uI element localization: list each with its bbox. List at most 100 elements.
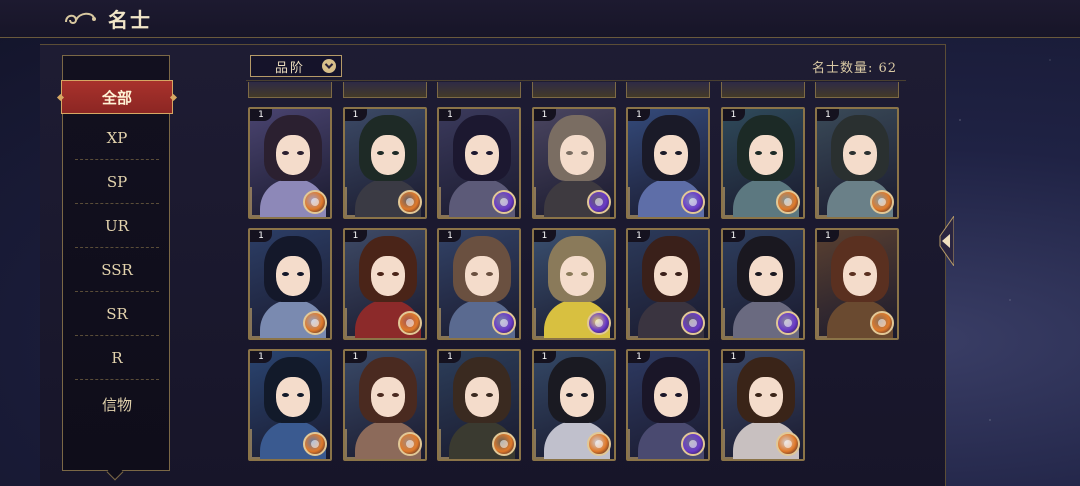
element-orb-icon [492,432,516,456]
portrait-eye [297,272,304,276]
sidebar-item-xp[interactable]: XP [75,116,159,160]
sidebar-item-token[interactable]: 信物 [75,382,159,426]
level-badge: 1 [439,351,461,363]
character-card[interactable]: 1 [720,349,805,461]
character-card[interactable]: 1 [626,107,710,219]
element-orb-icon [397,190,422,214]
element-orb-icon [303,190,327,214]
character-card[interactable]: 1 [720,228,805,340]
level-badge: 1 [628,351,650,363]
portrait-face [370,135,405,175]
card-peek [437,82,521,98]
portrait-face [654,135,688,175]
element-orb-icon [775,432,800,456]
level-badge: 1 [250,351,272,363]
character-card[interactable]: 1 [626,228,710,340]
portrait-eye [754,272,762,276]
element-orb-icon [586,432,611,456]
level-badge: 1 [439,230,461,242]
character-card[interactable]: 1 [815,228,899,340]
portrait-eye [282,272,289,276]
portrait-face [370,377,405,417]
portrait-eye [565,272,573,276]
level-badge: 1 [817,230,839,242]
portrait-face [843,135,877,175]
card-peek [720,82,805,98]
level-badge: 1 [817,109,839,121]
page-title: 名士 [108,8,152,32]
level-badge: 1 [439,109,461,121]
portrait-eye [471,393,478,397]
character-card[interactable]: 1 [720,107,805,219]
character-card[interactable]: 1 [248,107,332,219]
character-card[interactable]: 1 [815,107,899,219]
portrait-eye [675,272,682,276]
portrait-eye [580,272,588,276]
level-badge: 1 [250,109,272,121]
portrait-face [748,256,783,296]
character-grid: 1 1 1 1 1 1 1 1 1 1 1 1 1 1 1 1 1 1 1 1 [246,82,906,466]
portrait-eye [660,272,667,276]
portrait-eye [769,151,777,155]
sidebar-item-ssr[interactable]: SSR [75,248,159,292]
portrait-eye [391,393,399,397]
portrait-eye [391,272,399,276]
character-card[interactable]: 1 [342,228,427,340]
card-peek [815,82,899,98]
card-peek [342,82,427,98]
sidebar-item-r[interactable]: R [75,336,159,380]
level-badge: 1 [344,109,367,121]
rarity-sidebar: 全部 XP SP UR SSR SR R 信物 [61,55,173,471]
portrait-eye [864,151,871,155]
chevron-down-icon [322,59,336,73]
portrait-eye [849,272,856,276]
character-card[interactable]: 1 [626,349,710,461]
character-card[interactable]: 1 [437,228,521,340]
element-orb-icon [681,432,705,456]
portrait-eye [486,393,493,397]
element-orb-icon [397,311,422,335]
level-badge: 1 [722,109,745,121]
portrait-eye [376,151,384,155]
sidebar-item-sp[interactable]: SP [75,160,159,204]
character-card[interactable]: 1 [531,107,616,219]
character-card[interactable]: 1 [248,349,332,461]
element-orb-icon [870,190,894,214]
portrait-eye [660,151,667,155]
sidebar-item-ur[interactable]: UR [75,204,159,248]
portrait-eye [282,151,289,155]
sidebar-item-sr[interactable]: SR [75,292,159,336]
portrait-eye [486,151,493,155]
header-bar: 名士 [0,0,1080,38]
card-peek [626,82,710,98]
element-orb-icon [775,190,800,214]
expand-arrow-icon[interactable] [934,216,954,266]
portrait-eye [376,393,384,397]
portrait-face [276,135,310,175]
level-badge: 1 [628,109,650,121]
cloud-ornament-icon [65,12,96,24]
portrait-face [748,135,783,175]
element-orb-icon [303,432,327,456]
character-card[interactable]: 1 [437,349,521,461]
character-card[interactable]: 1 [531,349,616,461]
level-badge: 1 [722,351,745,363]
portrait-face [276,256,310,296]
character-card[interactable]: 1 [342,349,427,461]
element-orb-icon [775,311,800,335]
portrait-eye [565,151,573,155]
portrait-eye [675,151,682,155]
character-card[interactable]: 1 [248,228,332,340]
sidebar-item-all[interactable]: 全部 [61,80,173,114]
element-orb-icon [492,311,516,335]
rarity-filter-dropdown[interactable]: 品阶 [250,55,342,77]
character-card[interactable]: 1 [437,107,521,219]
scrolled-row-peek [246,82,906,98]
level-badge: 1 [533,109,556,121]
level-badge: 1 [344,230,367,242]
card-peek [531,82,616,98]
level-badge: 1 [533,230,556,242]
portrait-face [559,135,594,175]
character-card[interactable]: 1 [342,107,427,219]
character-card[interactable]: 1 [531,228,616,340]
